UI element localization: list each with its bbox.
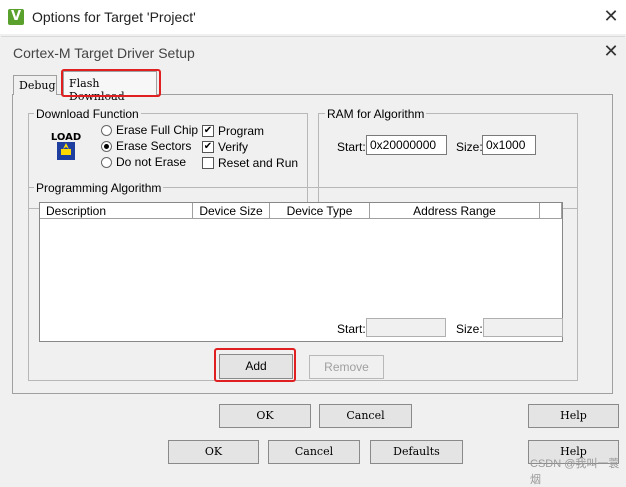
ram-start-input[interactable]: 0x20000000 xyxy=(366,135,447,155)
app-icon: V xyxy=(8,9,24,25)
outer-ok-button[interactable]: OK xyxy=(168,440,259,464)
program-checkbox[interactable]: ✔ xyxy=(202,125,214,137)
erase-sectors-label: Erase Sectors xyxy=(116,139,192,153)
algo-start-input[interactable] xyxy=(366,318,446,337)
ram-size-input[interactable]: 0x1000 xyxy=(482,135,536,155)
verify-checkbox[interactable]: ✔ xyxy=(202,141,214,153)
add-highlight-annotation xyxy=(214,348,296,382)
target-driver-setup-dialog: Cortex-M Target Driver Setup ✕ Debug Fla… xyxy=(1,36,625,437)
do-not-erase-label: Do not Erase xyxy=(116,155,187,169)
tab-highlight-annotation xyxy=(61,69,161,97)
erase-full-chip-radio[interactable] xyxy=(101,125,112,136)
erase-full-chip-label: Erase Full Chip xyxy=(116,123,199,137)
download-function-label: Download Function xyxy=(34,107,141,121)
remove-button[interactable]: Remove xyxy=(309,355,384,379)
column-header-address-range[interactable]: Address Range xyxy=(370,203,540,219)
programming-algorithm-label: Programming Algorithm xyxy=(34,181,164,195)
reset-and-run-checkbox[interactable] xyxy=(202,157,214,169)
algo-size-input[interactable] xyxy=(483,318,563,337)
column-header-description[interactable]: Description xyxy=(40,203,193,219)
watermark-text: CSDN @我叫一蓑烟 xyxy=(530,458,620,486)
erase-sectors-radio[interactable] xyxy=(101,141,112,152)
inner-dialog-title: Cortex-M Target Driver Setup xyxy=(13,45,195,61)
load-icon: LOAD xyxy=(49,129,83,163)
inner-cancel-button[interactable]: Cancel xyxy=(319,404,412,428)
column-header-filler xyxy=(540,203,562,219)
ram-size-label: Size: xyxy=(456,140,483,154)
tab-debug[interactable]: Debug xyxy=(13,75,57,95)
outer-window-title: Options for Target 'Project' xyxy=(32,9,196,25)
inner-close-icon[interactable]: ✕ xyxy=(601,41,621,63)
outer-cancel-button[interactable]: Cancel xyxy=(268,440,360,464)
outer-defaults-button[interactable]: Defaults xyxy=(370,440,463,464)
load-icon-text: LOAD xyxy=(51,132,81,143)
ram-start-label: Start: xyxy=(337,140,366,154)
algo-size-label: Size: xyxy=(456,322,483,336)
algo-start-label: Start: xyxy=(337,322,366,336)
verify-label: Verify xyxy=(218,140,249,154)
ram-for-algorithm-label: RAM for Algorithm xyxy=(325,107,427,121)
column-header-device-type[interactable]: Device Type xyxy=(270,203,370,219)
inner-ok-button[interactable]: OK xyxy=(219,404,311,428)
column-header-device-size[interactable]: Device Size xyxy=(193,203,270,219)
program-label: Program xyxy=(218,124,265,138)
reset-and-run-label: Reset and Run xyxy=(218,156,299,170)
inner-help-button[interactable]: Help xyxy=(528,404,619,428)
outer-close-icon[interactable]: ✕ xyxy=(600,6,622,28)
do-not-erase-radio[interactable] xyxy=(101,157,112,168)
